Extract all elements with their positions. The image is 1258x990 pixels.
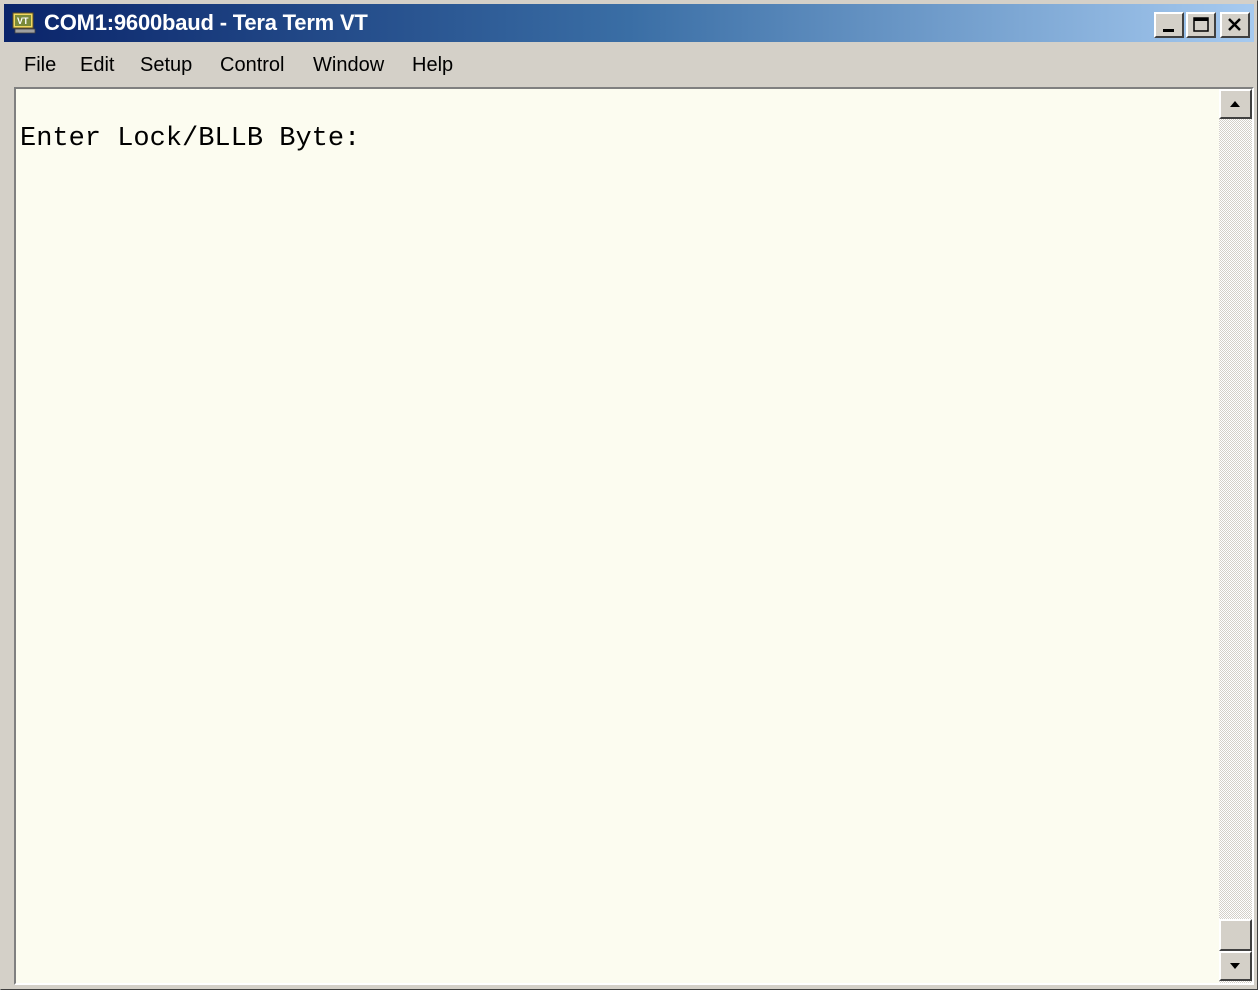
- maximize-button[interactable]: [1186, 12, 1216, 38]
- menu-file[interactable]: File: [24, 53, 56, 77]
- vertical-scrollbar[interactable]: [1219, 89, 1252, 983]
- title-bar[interactable]: VT COM1:9600baud - Tera Term VT: [4, 4, 1254, 42]
- maximize-icon: [1193, 17, 1209, 32]
- menu-bar: File Edit Setup Control Window Help: [4, 45, 1254, 85]
- close-button[interactable]: [1220, 12, 1250, 38]
- minimize-icon: [1163, 29, 1174, 32]
- menu-control[interactable]: Control: [220, 53, 284, 77]
- terminal-screen[interactable]: Enter Lock/BLLB Byte:: [14, 87, 1254, 985]
- menu-help[interactable]: Help: [412, 53, 453, 77]
- scroll-down-button[interactable]: [1219, 951, 1252, 981]
- menu-window[interactable]: Window: [313, 53, 384, 77]
- menu-setup[interactable]: Setup: [140, 53, 192, 77]
- arrow-up-icon: [1230, 101, 1240, 107]
- scroll-thumb[interactable]: [1219, 919, 1252, 951]
- teraterm-vt-icon[interactable]: VT: [12, 12, 36, 34]
- menu-edit[interactable]: Edit: [80, 53, 114, 77]
- svg-text:VT: VT: [17, 16, 29, 26]
- minimize-button[interactable]: [1154, 12, 1184, 38]
- scroll-up-button[interactable]: [1219, 89, 1252, 119]
- close-icon: [1228, 18, 1241, 31]
- tera-term-window: VT COM1:9600baud - Tera Term VT File Edi…: [0, 0, 1258, 990]
- window-title: COM1:9600baud - Tera Term VT: [44, 10, 368, 35]
- terminal-line: Enter Lock/BLLB Byte:: [20, 124, 361, 154]
- arrow-down-icon: [1230, 963, 1240, 969]
